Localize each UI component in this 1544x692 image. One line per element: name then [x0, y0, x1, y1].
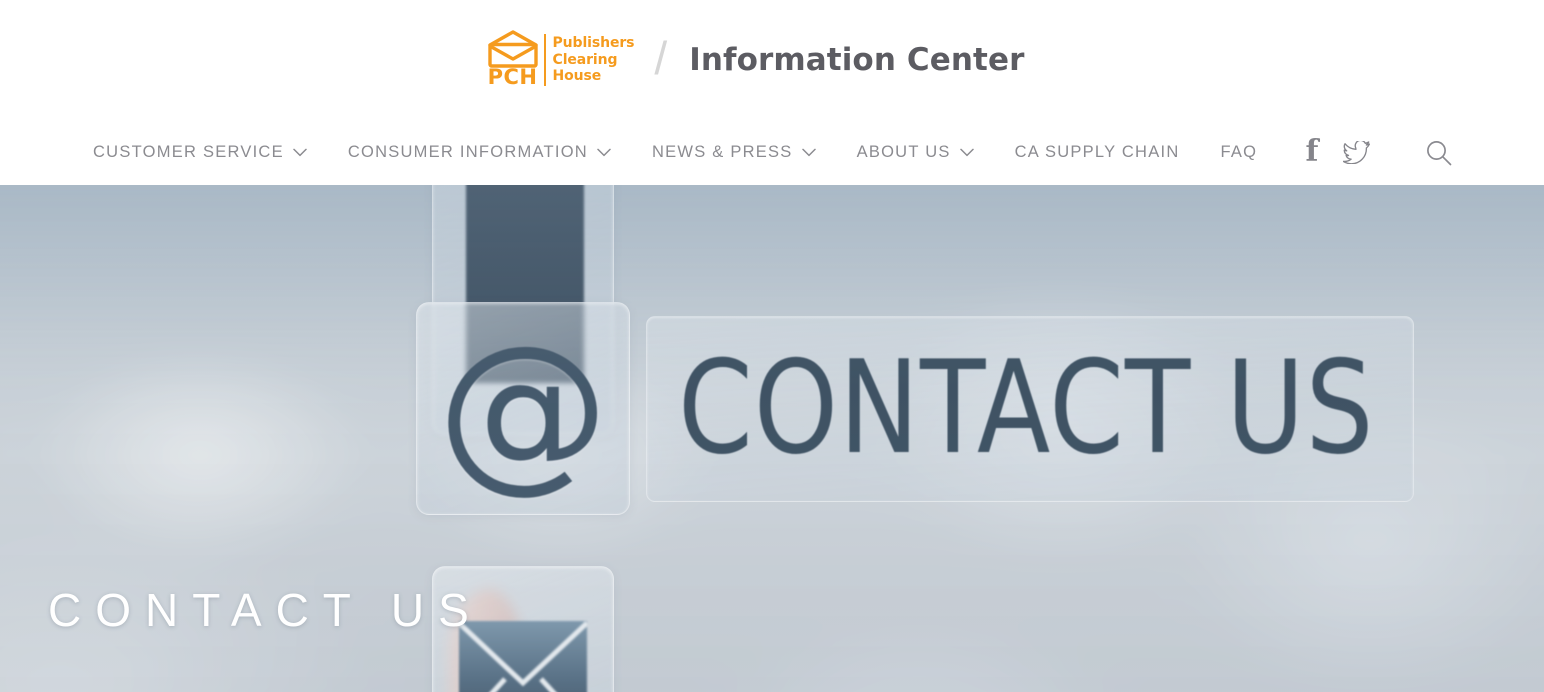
pch-letters: PCH — [487, 65, 538, 89]
logo-divider — [543, 34, 546, 86]
nav-label: NEWS & PRESS — [651, 143, 793, 161]
plaque-text: CONTACT US — [678, 334, 1375, 483]
nav-list: CUSTOMER SERVICE CONSUMER INFORMATION NE… — [93, 143, 1257, 162]
pch-word-line-2: Clearing — [552, 51, 618, 68]
pch-word-line-3: House — [552, 68, 602, 85]
nav-item-news-press[interactable]: NEWS & PRESS — [652, 143, 816, 162]
nav-item-about-us[interactable]: ABOUT US — [857, 143, 974, 162]
hero-title: CONTACT US — [48, 584, 483, 636]
nav-item-faq[interactable]: FAQ — [1220, 143, 1257, 162]
chevron-down-icon — [597, 148, 611, 157]
nav-item-customer-service[interactable]: CUSTOMER SERVICE — [93, 143, 307, 162]
nav-label: CONSUMER INFORMATION — [347, 143, 588, 161]
pch-wordmark: Publishers Clearing House — [553, 35, 635, 85]
chevron-down-icon — [293, 148, 307, 157]
nav-label: FAQ — [1220, 143, 1258, 161]
twitter-link[interactable] — [1334, 131, 1378, 175]
hero-banner: @ CONTACT US CONTACT US — [0, 185, 1544, 692]
chevron-down-icon — [801, 148, 816, 157]
page-root: PCH Publishers Clearing House / Informat… — [0, 0, 1544, 692]
search-icon — [1427, 140, 1452, 165]
pch-word-line-1: Publishers — [552, 35, 635, 52]
brand-row: PCH Publishers Clearing House / Informat… — [0, 0, 1544, 120]
pch-logo[interactable]: PCH Publishers Clearing House — [484, 30, 635, 90]
pch-mark: PCH — [484, 30, 542, 90]
nav-label: CA SUPPLY CHAIN — [1014, 143, 1180, 161]
nav-item-ca-supply-chain[interactable]: CA SUPPLY CHAIN — [1015, 143, 1180, 162]
brand-lockup[interactable]: PCH Publishers Clearing House / Informat… — [484, 30, 1025, 90]
at-symbol-icon: @ — [437, 307, 609, 509]
brand-separator: / — [654, 32, 668, 84]
nav-item-consumer-information[interactable]: CONSUMER INFORMATION — [348, 143, 611, 162]
envelope-logo-icon — [487, 30, 538, 68]
main-navigation: CUSTOMER SERVICE CONSUMER INFORMATION NE… — [0, 120, 1544, 185]
site-header: PCH Publishers Clearing House / Informat… — [0, 0, 1544, 185]
nav-label: ABOUT US — [856, 143, 951, 161]
facebook-icon: f — [1305, 133, 1319, 169]
nav-label: CUSTOMER SERVICE — [93, 143, 284, 161]
chevron-down-icon — [959, 148, 974, 157]
header-actions: f — [1290, 120, 1462, 185]
twitter-icon — [1342, 141, 1370, 164]
page-title: Information Center — [689, 42, 1025, 78]
facebook-link[interactable]: f — [1290, 131, 1334, 175]
search-button[interactable] — [1416, 130, 1462, 176]
